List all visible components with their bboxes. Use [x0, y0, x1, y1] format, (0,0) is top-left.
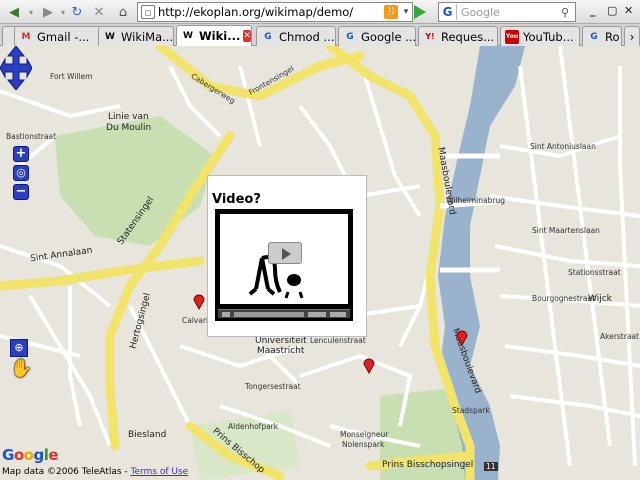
route-shield: 11	[484, 462, 498, 471]
tab-google[interactable]: G Google ...	[338, 26, 416, 46]
tab-label: WikiMa...	[121, 29, 174, 44]
site-favicon-icon: ◻	[141, 5, 155, 19]
map-label: Lenculenstraat	[310, 336, 366, 345]
url-text[interactable]: http://ekoplan.org/wikimap/demo/	[158, 5, 384, 19]
tab-ro[interactable]: G Ro	[582, 26, 622, 46]
search-engine-icon[interactable]: G	[439, 4, 457, 20]
tab-label: Wiki...	[199, 29, 241, 43]
forward-arrow-icon[interactable]: ▶	[38, 3, 58, 21]
wikipedia-icon: W	[105, 31, 115, 42]
hand-pan-icon[interactable]: ✋	[10, 358, 32, 379]
map-marker[interactable]	[456, 328, 468, 346]
pan-control[interactable]	[0, 46, 32, 90]
terms-of-use-link[interactable]: Terms of Use	[131, 467, 189, 477]
map-label: Bourgognestraat	[532, 294, 595, 303]
video-controls[interactable]	[218, 309, 350, 318]
search-bar[interactable]: G Google ⚲	[438, 2, 576, 22]
map-label: Fort Willem	[50, 72, 93, 81]
tab-label: Google ...	[361, 29, 416, 44]
wikipedia-icon: W	[183, 31, 193, 41]
google-icon: G	[264, 31, 272, 42]
url-dropdown-icon[interactable]: ▾	[400, 7, 412, 17]
globe-icon[interactable]: ◎	[13, 165, 29, 181]
map-label: Akerstraat	[600, 332, 639, 341]
map-label: Tongersestraat	[245, 382, 301, 391]
maximize-button[interactable]: ▢	[607, 4, 617, 17]
map-label: Sint Maartenslaan	[532, 226, 600, 235]
google-icon: G	[346, 31, 354, 42]
map-label: Du Moulin	[106, 123, 152, 133]
search-input[interactable]: Google	[457, 6, 561, 19]
address-bar[interactable]: ◻ http://ekoplan.org/wikimap/demo/ )) ▾	[137, 2, 413, 22]
stop-icon[interactable]: ✕	[90, 3, 108, 21]
map-label: Maastricht	[257, 346, 305, 356]
seek-bar[interactable]	[234, 312, 304, 317]
tab-scroll-right[interactable]: ›	[624, 26, 640, 46]
popup-title: Video?	[212, 192, 261, 207]
tab-label: Reques...	[441, 29, 495, 44]
map-label: Sint Antoniuslaan	[530, 142, 596, 151]
go-button[interactable]	[414, 5, 426, 19]
map-label: Nolenspark	[342, 440, 385, 449]
browser-toolbar: ◀ ▾ ▶ ▾ ↻ ✕ ⌂ ◻ http://ekoplan.org/wikim…	[0, 0, 640, 24]
map-label: Aldenhofpark	[228, 422, 279, 431]
tab-label: YouTub...	[523, 29, 574, 44]
zoom-in-button[interactable]: +	[13, 146, 29, 162]
reload-icon[interactable]: ↻	[68, 3, 86, 21]
tab-chmod[interactable]: G Chmod ...	[256, 26, 336, 46]
play-button[interactable]	[268, 242, 302, 264]
info-popup: Video?	[208, 176, 366, 336]
tab-label: Ro	[605, 29, 620, 44]
tab-wikimap-1[interactable]: W WikiMa...	[98, 26, 174, 46]
tab-youtube[interactable]: You YouTub...	[500, 26, 580, 46]
map-label: Biesland	[128, 430, 167, 440]
tab-label: Gmail -...	[37, 29, 90, 44]
map-label: Stationsstraat	[568, 268, 621, 277]
map-label: Monseigneur	[340, 430, 389, 439]
tab-gmail[interactable]: M Gmail -...	[14, 26, 102, 46]
map-marker[interactable]	[193, 292, 205, 310]
map-label: Linie van	[108, 112, 149, 122]
map-label: Stadspark	[452, 406, 490, 415]
map-label: Bastionstraat	[6, 132, 57, 141]
video-player[interactable]	[215, 209, 353, 321]
tab-strip: ‹ M Gmail -... W WikiMa... W Wiki... ✕ G…	[0, 24, 640, 46]
zoom-out-button[interactable]: −	[13, 184, 29, 200]
close-window-button[interactable]: ✕	[624, 4, 633, 17]
search-icon[interactable]: ⚲	[561, 6, 575, 19]
zoom-control: + ◎ −	[13, 146, 31, 203]
yahoo-icon: Y!	[425, 32, 435, 41]
tab-yahoo[interactable]: Y! Reques...	[418, 26, 498, 46]
home-icon[interactable]: ⌂	[114, 3, 132, 21]
map-attribution: Map data ©2006 TeleAtlas - Terms of Use	[2, 467, 188, 477]
minimize-button[interactable]: _	[590, 4, 596, 17]
map-label: Prins Bisschopsingel	[382, 460, 474, 470]
play-small-icon[interactable]	[222, 312, 230, 317]
gmail-icon: M	[21, 31, 31, 42]
map-label: Wijck	[588, 294, 612, 304]
volume-icon[interactable]	[330, 312, 346, 317]
back-dropdown-icon[interactable]: ▾	[26, 3, 36, 21]
close-tab-icon[interactable]: ✕	[243, 30, 251, 42]
map-label: Universiteit	[255, 336, 307, 346]
copyright-text: Map data ©2006 TeleAtlas -	[2, 467, 131, 477]
map-canvas[interactable]: Fort Willem Linie van Du Moulin Caberger…	[0, 46, 640, 480]
google-icon: G	[590, 31, 598, 42]
time-display	[308, 312, 326, 317]
map-marker[interactable]	[363, 356, 375, 374]
tab-label: Chmod ...	[279, 29, 335, 44]
rss-feed-icon[interactable]: ))	[384, 5, 398, 19]
google-logo[interactable]: Google	[2, 446, 59, 464]
zoom-box-icon[interactable]: ⊕	[10, 339, 28, 357]
forward-dropdown-icon[interactable]: ▾	[58, 3, 68, 21]
tab-wiki-active[interactable]: W Wiki... ✕	[176, 25, 252, 46]
back-arrow-icon[interactable]: ◀	[4, 3, 24, 21]
map-label: Wilhelminabrug	[446, 196, 505, 205]
youtube-icon: You	[505, 29, 519, 44]
